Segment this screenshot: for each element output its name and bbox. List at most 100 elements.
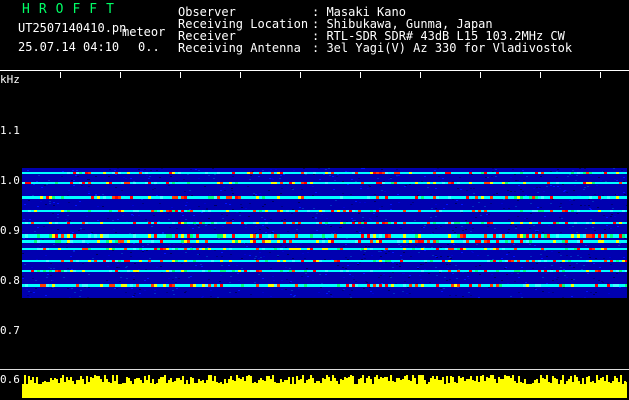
level-bar-segment — [234, 381, 236, 398]
noise-speck — [50, 275, 52, 276]
noise-speck — [626, 205, 627, 206]
signal-speck — [271, 172, 274, 174]
noise-speck — [577, 195, 579, 196]
noise-speck — [589, 181, 591, 182]
level-bar-segment — [626, 382, 627, 398]
noise-speck — [321, 283, 323, 284]
signal-speck — [565, 196, 568, 199]
noise-speck — [550, 185, 552, 186]
noise-speck — [52, 287, 54, 288]
signal-speck — [82, 222, 85, 224]
level-bar-segment — [138, 378, 140, 398]
signal-speck — [181, 240, 184, 243]
noise-speck — [197, 225, 199, 226]
noise-speck — [97, 206, 99, 207]
noise-speck — [232, 193, 234, 194]
noise-speck — [22, 278, 24, 279]
noise-speck — [534, 245, 536, 246]
signal-speck — [367, 260, 370, 262]
noise-speck — [52, 280, 54, 281]
signal-speck — [208, 196, 211, 199]
noise-speck — [229, 282, 231, 283]
noise-speck — [503, 208, 505, 209]
noise-speck — [342, 181, 344, 182]
noise-speck — [544, 216, 546, 217]
signal-speck — [34, 210, 37, 212]
signal-speck — [235, 182, 238, 184]
signal-speck — [289, 248, 292, 250]
noise-speck — [373, 213, 375, 214]
signal-speck — [319, 210, 322, 212]
signal-speck — [70, 234, 73, 238]
signal-speck — [25, 182, 28, 184]
level-bar-segment — [252, 383, 254, 398]
signal-speck — [127, 270, 130, 272]
signal-speck — [163, 248, 166, 250]
noise-speck — [118, 243, 120, 244]
noise-speck — [452, 273, 454, 274]
signal-speck — [37, 234, 40, 238]
level-bar-segment — [510, 378, 512, 398]
noise-speck — [24, 204, 26, 205]
signal-speck — [277, 210, 280, 212]
signal-speck — [472, 260, 475, 262]
level-bar-segment — [298, 380, 300, 398]
noise-speck — [610, 216, 612, 217]
signal-speck — [172, 222, 175, 224]
noise-speck — [345, 268, 347, 269]
noise-speck — [480, 215, 482, 216]
signal-speck — [61, 260, 64, 262]
noise-speck — [245, 227, 247, 228]
signal-speck — [586, 182, 589, 184]
signal-speck — [619, 234, 622, 238]
signal-speck — [169, 210, 172, 212]
signal-speck — [145, 182, 148, 184]
level-bar-segment — [362, 375, 364, 398]
signal-speck — [331, 172, 334, 174]
level-bar-segment — [398, 378, 400, 398]
level-bar-segment — [196, 383, 198, 398]
signal-speck — [112, 172, 115, 174]
noise-speck — [606, 225, 608, 226]
noise-speck — [159, 203, 161, 204]
signal-speck — [172, 210, 175, 212]
signal-speck — [184, 270, 187, 272]
noise-speck — [325, 169, 327, 170]
level-bar-segment — [502, 379, 504, 398]
signal-speck — [316, 240, 319, 243]
level-bar-segment — [206, 380, 208, 398]
signal-speck — [88, 210, 91, 212]
noise-speck — [117, 264, 119, 265]
level-bar-segment — [308, 379, 310, 398]
signal-speck — [76, 284, 79, 287]
noise-speck — [465, 220, 467, 221]
signal-speck — [172, 196, 175, 199]
noise-speck — [305, 273, 307, 274]
noise-speck — [270, 219, 272, 220]
noise-speck — [160, 266, 162, 267]
signal-speck — [340, 196, 343, 199]
signal-speck — [373, 260, 376, 262]
signal-speck — [313, 260, 316, 262]
signal-speck — [325, 172, 328, 174]
noise-speck — [281, 188, 283, 189]
noise-speck — [212, 168, 214, 169]
signal-speck — [115, 240, 118, 243]
noise-speck — [603, 215, 605, 216]
signal-speck — [526, 234, 529, 238]
noise-speck — [556, 171, 558, 172]
level-bar-segment — [340, 379, 342, 398]
level-bar-segment — [494, 379, 496, 398]
noise-speck — [458, 269, 460, 270]
noise-speck — [109, 169, 111, 170]
noise-speck — [593, 263, 595, 264]
level-bar-segment — [268, 376, 270, 398]
signal-speck — [334, 260, 337, 262]
noise-speck — [313, 174, 315, 175]
noise-speck — [517, 180, 519, 181]
noise-speck — [560, 262, 562, 263]
noise-speck — [208, 218, 210, 219]
signal-speck — [94, 182, 97, 184]
level-bar-segment — [538, 383, 540, 398]
signal-speck — [136, 270, 139, 272]
